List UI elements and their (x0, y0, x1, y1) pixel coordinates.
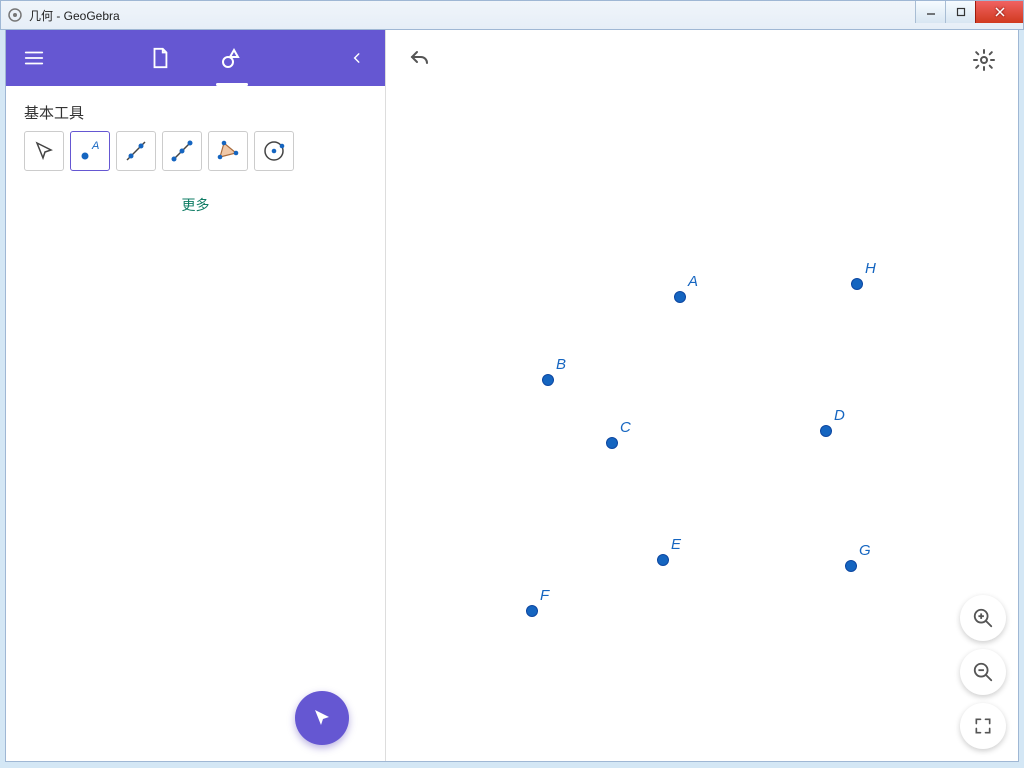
undo-button[interactable] (400, 40, 440, 80)
point-label: G (859, 542, 871, 559)
window-controls (915, 1, 1023, 23)
move-tool[interactable] (24, 131, 64, 171)
more-tools-button[interactable]: 更多 (6, 171, 385, 239)
mode-fab[interactable] (295, 691, 349, 745)
graphics-view[interactable]: A B C D E F G H (386, 30, 1018, 761)
point-tool[interactable]: A (70, 131, 110, 171)
point-C[interactable]: C (606, 437, 618, 449)
app-icon (7, 7, 23, 23)
point-label: D (834, 407, 845, 424)
svg-text:A: A (91, 140, 99, 152)
window-titlebar: 几何 - GeoGebra (0, 0, 1024, 30)
segment-tool[interactable] (162, 131, 202, 171)
point-dot (542, 374, 554, 386)
collapse-sidebar-button[interactable] (337, 38, 377, 78)
close-button[interactable] (975, 1, 1023, 23)
point-dot (851, 278, 863, 290)
menu-button[interactable] (14, 38, 54, 78)
point-A[interactable]: A (674, 291, 686, 303)
sidebar-topbar (6, 30, 385, 86)
point-dot (606, 437, 618, 449)
minimize-button[interactable] (915, 1, 945, 23)
point-label: A (688, 273, 698, 290)
point-D[interactable]: D (820, 425, 832, 437)
point-label: E (671, 536, 681, 553)
point-dot (845, 560, 857, 572)
canvas-toolbar (400, 40, 1004, 80)
settings-button[interactable] (964, 40, 1004, 80)
tools-row: A (6, 131, 385, 171)
point-dot (820, 425, 832, 437)
point-F[interactable]: F (526, 605, 538, 617)
fullscreen-button[interactable] (960, 703, 1006, 749)
point-dot (526, 605, 538, 617)
point-E[interactable]: E (657, 554, 669, 566)
point-dot (674, 291, 686, 303)
app-frame: 基本工具 A 更多 (5, 30, 1019, 762)
maximize-button[interactable] (945, 1, 975, 23)
view-tabs (140, 38, 252, 78)
point-B[interactable]: B (542, 374, 554, 386)
zoom-in-button[interactable] (960, 595, 1006, 641)
circle-tool[interactable] (254, 131, 294, 171)
point-dot (657, 554, 669, 566)
zoom-controls (960, 595, 1006, 749)
point-label: H (865, 260, 876, 277)
tab-algebra[interactable] (140, 38, 180, 78)
polygon-tool[interactable] (208, 131, 248, 171)
tools-section-title: 基本工具 (6, 86, 385, 131)
point-H[interactable]: H (851, 278, 863, 290)
tab-tools[interactable] (212, 38, 252, 78)
window-title: 几何 - GeoGebra (29, 7, 120, 24)
zoom-out-button[interactable] (960, 649, 1006, 695)
line-tool[interactable] (116, 131, 156, 171)
sidebar: 基本工具 A 更多 (6, 30, 386, 761)
point-label: B (556, 356, 566, 373)
point-G[interactable]: G (845, 560, 857, 572)
point-label: C (620, 419, 631, 436)
point-label: F (540, 587, 549, 604)
